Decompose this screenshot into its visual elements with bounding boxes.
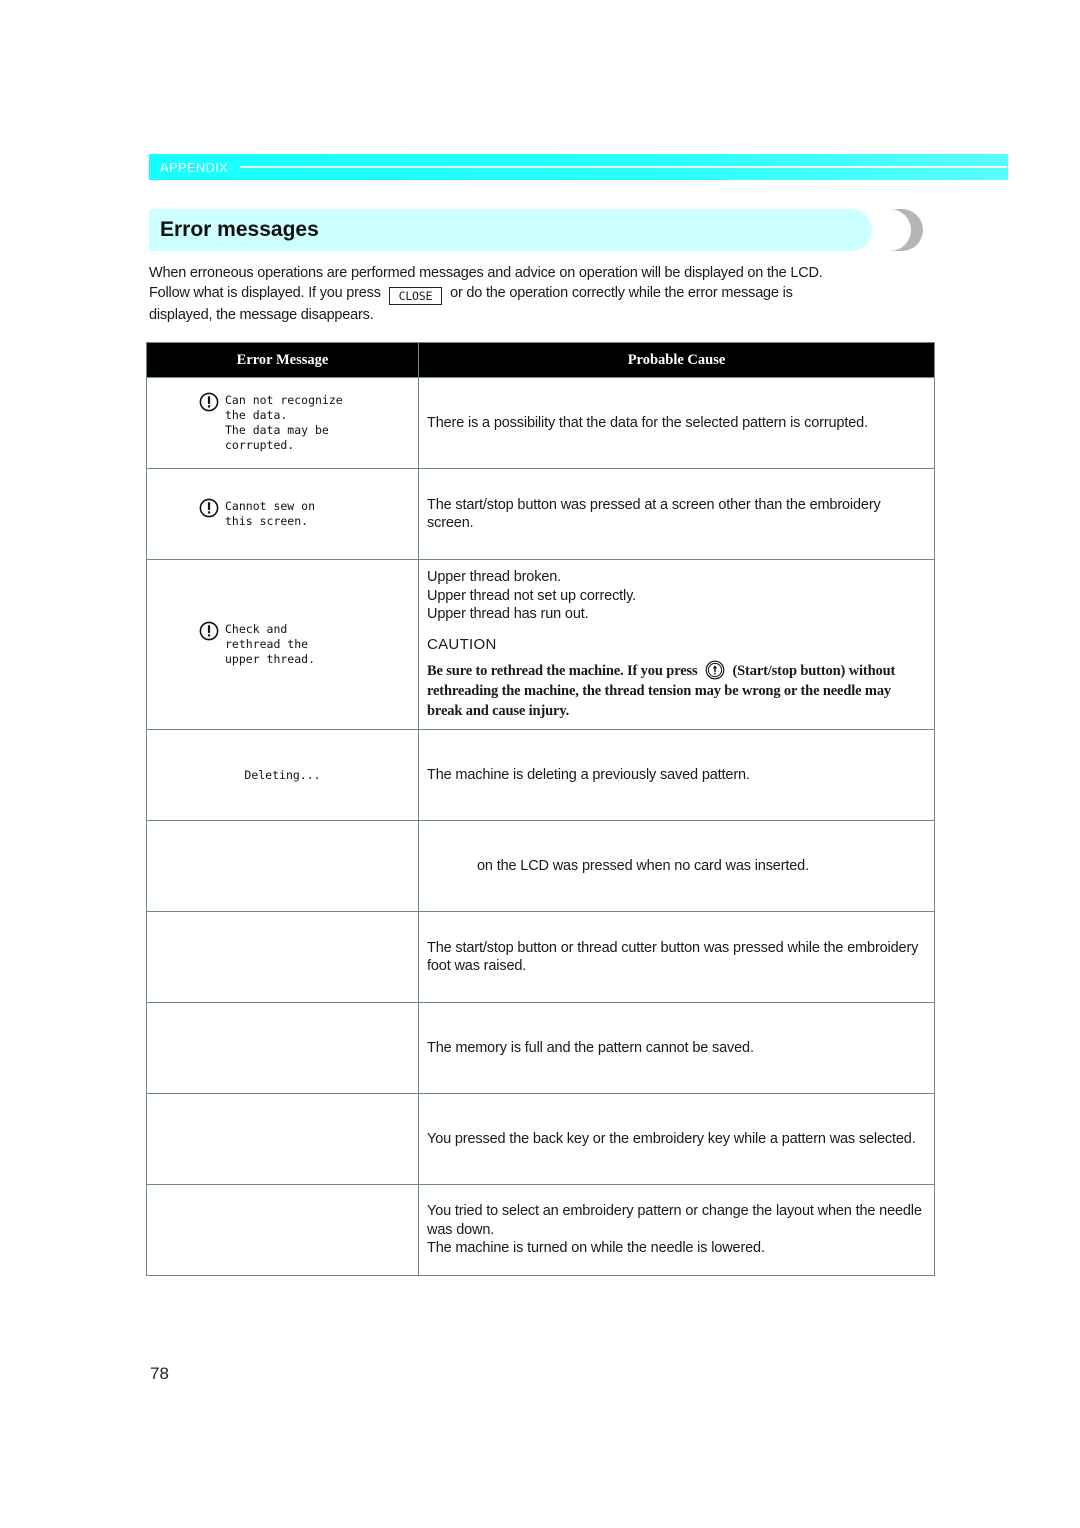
intro-paragraph: When erroneous operations are performed … (149, 263, 949, 325)
cause-text: The machine is turned on while the needl… (427, 1240, 765, 1257)
cause-text: The memory is full and the pattern canno… (427, 1039, 754, 1056)
heading-tab-decoration (890, 209, 923, 251)
table-row: The memory is full and the pattern canno… (146, 1002, 935, 1094)
table-row: Check and rethread the upper thread. Upp… (146, 559, 935, 730)
error-message-cell (146, 1002, 419, 1094)
page-number: 78 (150, 1364, 169, 1383)
table-row: You tried to select an embroidery patter… (146, 1184, 935, 1276)
warning-icon (199, 621, 219, 641)
cause-text: Upper thread has run out. (427, 606, 589, 622)
caution-heading: CAUTION (427, 635, 497, 653)
intro-line-1: When erroneous operations are performed … (149, 265, 823, 281)
probable-cause-cell: on the LCD was pressed when no card was … (418, 820, 935, 912)
cause-text: You tried to select an embroidery patter… (427, 1203, 922, 1238)
error-message-table: Error Message Probable Cause Can not rec… (146, 342, 935, 1276)
cause-text: There is a possibility that the data for… (427, 414, 868, 431)
page-title: Error messages (160, 218, 319, 241)
intro-text-after-key: or do the operation correctly while the … (450, 285, 793, 301)
caution-text-before-icon: Be sure to rethread the machine. If you … (427, 663, 698, 679)
appendix-header-bar: APPENDIX (149, 154, 1008, 180)
cause-text: The start/stop button was pressed at a s… (427, 496, 881, 532)
lcd-message-text: Can not recognize the data. The data may… (225, 393, 343, 452)
column-header-probable-cause: Probable Cause (418, 342, 935, 378)
table-row: Cannot sew on this screen. The start/sto… (146, 468, 935, 560)
error-message-cell: Can not recognize the data. The data may… (146, 377, 419, 469)
cause-text: Upper thread broken. (427, 569, 562, 585)
error-message-cell: Cannot sew on this screen. (146, 468, 419, 560)
cause-text: on the LCD was pressed when no card was … (477, 857, 809, 874)
intro-line-3: displayed, the message disappears. (149, 307, 374, 323)
probable-cause-cell: The start/stop button was pressed at a s… (418, 468, 935, 560)
warning-icon (199, 392, 219, 412)
lcd-message-text: Check and rethread the upper thread. (225, 622, 316, 666)
intro-text-before-key: Follow what is displayed. If you press (149, 285, 381, 301)
probable-cause-cell: Upper thread broken. Upper thread not se… (418, 559, 935, 730)
caution-text: Be sure to rethread the machine. If you … (427, 660, 926, 721)
probable-cause-cell: You tried to select an embroidery patter… (418, 1184, 935, 1276)
error-message-cell (146, 1093, 419, 1185)
table-header-row: Error Message Probable Cause (146, 342, 935, 378)
probable-cause-cell: The start/stop button or thread cutter b… (418, 911, 935, 1003)
probable-cause-cell: The machine is deleting a previously sav… (418, 729, 935, 821)
probable-cause-cell: There is a possibility that the data for… (418, 377, 935, 469)
cause-text: Upper thread not set up correctly. (427, 587, 637, 604)
section-heading: Error messages (149, 209, 872, 251)
column-header-error-message: Error Message (146, 342, 419, 378)
table-row: The start/stop button or thread cutter b… (146, 911, 935, 1003)
warning-icon (199, 498, 219, 518)
table-row: on the LCD was pressed when no card was … (146, 820, 935, 912)
error-message-cell: Deleting... (146, 729, 419, 821)
probable-cause-cell: The memory is full and the pattern canno… (418, 1002, 935, 1094)
intro-line-2: Follow what is displayed. If you press C… (149, 283, 949, 305)
cause-text: The machine is deleting a previously sav… (427, 766, 750, 783)
cause-text: The start/stop button or thread cutter b… (427, 939, 919, 975)
table-row: Can not recognize the data. The data may… (146, 377, 935, 469)
start-stop-button-icon (705, 660, 725, 680)
cause-text: You pressed the back key or the embroide… (427, 1130, 916, 1147)
lcd-message-text: Deleting... (244, 767, 321, 782)
error-message-cell (146, 911, 419, 1003)
error-message-cell (146, 820, 419, 912)
lcd-message-text: Cannot sew on this screen. (225, 499, 316, 528)
error-message-cell (146, 1184, 419, 1276)
table-row: You pressed the back key or the embroide… (146, 1093, 935, 1185)
error-message-cell: Check and rethread the upper thread. (146, 559, 419, 730)
section-label: APPENDIX (160, 159, 229, 175)
probable-cause-cell: You pressed the back key or the embroide… (418, 1093, 935, 1185)
close-button[interactable]: CLOSE (388, 287, 443, 305)
header-divider (240, 166, 1007, 168)
table-row: Deleting... The machine is deleting a pr… (146, 729, 935, 821)
